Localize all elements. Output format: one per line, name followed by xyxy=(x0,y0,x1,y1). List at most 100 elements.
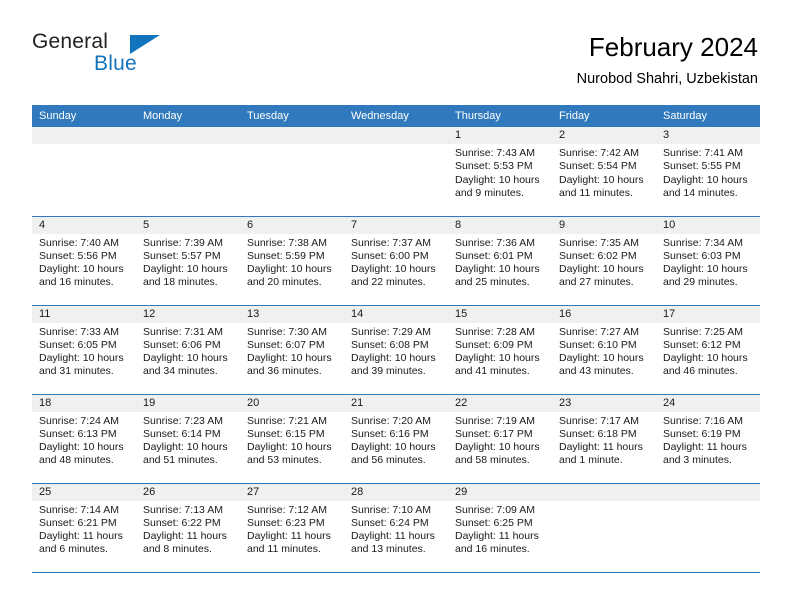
calendar-week-row: 4 Sunrise: 7:40 AM Sunset: 5:56 PM Daylight… xyxy=(32,216,760,306)
calendar-day-cell[interactable]: 7 Sunrise: 7:37 AM Sunset: 6:00 PM Daylight… xyxy=(344,216,448,306)
sunset-text: Sunset: 5:53 PM xyxy=(455,160,533,173)
sunset-text: Sunset: 5:54 PM xyxy=(559,160,637,173)
calendar-day-details: Sunrise: 7:39 AM Sunset: 5:57 PM Daylight:… xyxy=(136,234,240,290)
sunrise-text: Sunrise: 7:10 AM xyxy=(351,503,431,516)
sunrise-text: Sunrise: 7:20 AM xyxy=(351,414,431,427)
calendar-day-inner: 25 Sunrise: 7:14 AM Sunset: 6:21 PM Dayligh… xyxy=(32,483,136,572)
calendar-day-details: Sunrise: 7:43 AM Sunset: 5:53 PM Daylight:… xyxy=(448,144,552,200)
sunset-text: Sunset: 6:14 PM xyxy=(143,427,221,440)
calendar-day-details: Sunrise: 7:09 AM Sunset: 6:25 PM Daylight:… xyxy=(448,501,552,557)
calendar-day-cell[interactable]: 12 Sunrise: 7:31 AM Sunset: 6:06 PM Dayligh… xyxy=(136,305,240,395)
calendar-day-inner: 21 Sunrise: 7:20 AM Sunset: 6:16 PM Dayligh… xyxy=(344,394,448,483)
daylight-text: Daylight: 10 hours and 9 minutes. xyxy=(455,173,540,199)
sunset-text: Sunset: 6:25 PM xyxy=(455,516,533,529)
calendar-day-inner: 2 Sunrise: 7:42 AM Sunset: 5:54 PM Daylight… xyxy=(552,127,656,216)
title-block: February 2024 Nurobod Shahri, Uzbekistan xyxy=(577,30,758,90)
calendar-day-number: 18 xyxy=(32,394,136,412)
brand-name-blue: Blue xyxy=(94,52,137,75)
weekday-header-saturday: Saturday xyxy=(656,105,760,127)
sunset-text: Sunset: 6:06 PM xyxy=(143,338,221,351)
daylight-text: Daylight: 10 hours and 48 minutes. xyxy=(39,441,124,467)
weekday-header-wednesday: Wednesday xyxy=(344,105,448,127)
page-title: February 2024 xyxy=(588,32,758,62)
sunset-text: Sunset: 6:13 PM xyxy=(39,427,117,440)
sunset-text: Sunset: 6:09 PM xyxy=(455,338,533,351)
calendar-day-cell-empty xyxy=(32,127,136,217)
sunrise-text: Sunrise: 7:43 AM xyxy=(455,147,535,159)
calendar-grid: Sunday Monday Tuesday Wednesday Thursday… xyxy=(32,105,760,573)
calendar-day-details: Sunrise: 7:34 AM Sunset: 6:03 PM Daylight:… xyxy=(656,234,760,290)
sunset-text: Sunset: 6:22 PM xyxy=(143,516,221,529)
calendar-day-cell[interactable]: 3 Sunrise: 7:41 AM Sunset: 5:55 PM Daylight… xyxy=(656,127,760,217)
calendar-day-cell[interactable]: 10 Sunrise: 7:34 AM Sunset: 6:03 PM Dayligh… xyxy=(656,216,760,306)
calendar-day-cell-empty xyxy=(656,483,760,573)
daylight-text: Daylight: 10 hours and 53 minutes. xyxy=(247,441,332,467)
daylight-text: Daylight: 10 hours and 25 minutes. xyxy=(455,263,540,289)
calendar-day-number: 5 xyxy=(136,216,240,234)
calendar-day-cell[interactable]: 1 Sunrise: 7:43 AM Sunset: 5:53 PM Daylight… xyxy=(448,127,552,217)
calendar-day-cell[interactable]: 13 Sunrise: 7:30 AM Sunset: 6:07 PM Dayligh… xyxy=(240,305,344,395)
calendar-day-number: 1 xyxy=(448,127,552,144)
daylight-text: Daylight: 10 hours and 20 minutes. xyxy=(247,263,332,289)
sunset-text: Sunset: 6:16 PM xyxy=(351,427,429,440)
sunset-text: Sunset: 6:01 PM xyxy=(455,249,533,262)
calendar-day-cell[interactable]: 5 Sunrise: 7:39 AM Sunset: 5:57 PM Daylight… xyxy=(136,216,240,306)
calendar-day-cell[interactable]: 15 Sunrise: 7:28 AM Sunset: 6:09 PM Dayligh… xyxy=(448,305,552,395)
calendar-day-cell[interactable]: 4 Sunrise: 7:40 AM Sunset: 5:56 PM Daylight… xyxy=(32,216,136,306)
calendar-day-cell[interactable]: 18 Sunrise: 7:24 AM Sunset: 6:13 PM Dayligh… xyxy=(32,394,136,484)
calendar-day-inner: 5 Sunrise: 7:39 AM Sunset: 5:57 PM Daylight… xyxy=(136,216,240,305)
calendar-day-number: 19 xyxy=(136,394,240,412)
daylight-text: Daylight: 10 hours and 27 minutes. xyxy=(559,263,644,289)
daylight-text: Daylight: 10 hours and 51 minutes. xyxy=(143,441,228,467)
calendar-day-cell[interactable]: 24 Sunrise: 7:16 AM Sunset: 6:19 PM Dayligh… xyxy=(656,394,760,484)
calendar-day-cell[interactable]: 27 Sunrise: 7:12 AM Sunset: 6:23 PM Dayligh… xyxy=(240,483,344,573)
calendar-day-cell[interactable]: 9 Sunrise: 7:35 AM Sunset: 6:02 PM Daylight… xyxy=(552,216,656,306)
calendar-week-row: 18 Sunrise: 7:24 AM Sunset: 6:13 PM Dayligh… xyxy=(32,394,760,484)
calendar-day-cell[interactable]: 19 Sunrise: 7:23 AM Sunset: 6:14 PM Dayligh… xyxy=(136,394,240,484)
weekday-header-sunday: Sunday xyxy=(32,105,136,127)
page-header: General Blue February 2024 Nurobod Shahr… xyxy=(32,30,758,100)
brand-logo[interactable]: General Blue xyxy=(32,30,232,86)
calendar-day-details: Sunrise: 7:19 AM Sunset: 6:17 PM Daylight:… xyxy=(448,412,552,468)
calendar-day-cell[interactable]: 29 Sunrise: 7:09 AM Sunset: 6:25 PM Dayligh… xyxy=(448,483,552,573)
sunrise-text: Sunrise: 7:25 AM xyxy=(663,325,743,338)
calendar-day-cell[interactable]: 28 Sunrise: 7:10 AM Sunset: 6:24 PM Dayligh… xyxy=(344,483,448,573)
sunset-text: Sunset: 5:57 PM xyxy=(143,249,221,262)
calendar-day-cell[interactable]: 17 Sunrise: 7:25 AM Sunset: 6:12 PM Dayligh… xyxy=(656,305,760,395)
calendar-day-cell[interactable]: 20 Sunrise: 7:21 AM Sunset: 6:15 PM Dayligh… xyxy=(240,394,344,484)
calendar-day-cell[interactable]: 11 Sunrise: 7:33 AM Sunset: 6:05 PM Dayligh… xyxy=(32,305,136,395)
calendar-day-details: Sunrise: 7:23 AM Sunset: 6:14 PM Daylight:… xyxy=(136,412,240,468)
calendar-day-details: Sunrise: 7:21 AM Sunset: 6:15 PM Daylight:… xyxy=(240,412,344,468)
sunrise-text: Sunrise: 7:34 AM xyxy=(663,236,743,249)
calendar-day-details: Sunrise: 7:28 AM Sunset: 6:09 PM Daylight:… xyxy=(448,323,552,379)
calendar-day-cell[interactable]: 23 Sunrise: 7:17 AM Sunset: 6:18 PM Dayligh… xyxy=(552,394,656,484)
calendar-day-cell[interactable]: 22 Sunrise: 7:19 AM Sunset: 6:17 PM Dayligh… xyxy=(448,394,552,484)
calendar-day-cell[interactable]: 21 Sunrise: 7:20 AM Sunset: 6:16 PM Dayligh… xyxy=(344,394,448,484)
daylight-text: Daylight: 11 hours and 13 minutes. xyxy=(351,530,435,556)
sunrise-text: Sunrise: 7:29 AM xyxy=(351,325,431,338)
daylight-text: Daylight: 10 hours and 18 minutes. xyxy=(143,263,228,289)
sunset-text: Sunset: 6:24 PM xyxy=(351,516,429,529)
calendar-day-inner: 19 Sunrise: 7:23 AM Sunset: 6:14 PM Dayligh… xyxy=(136,394,240,483)
calendar-day-cell[interactable]: 16 Sunrise: 7:27 AM Sunset: 6:10 PM Dayligh… xyxy=(552,305,656,395)
calendar-day-inner xyxy=(136,127,240,216)
calendar-day-cell[interactable]: 8 Sunrise: 7:36 AM Sunset: 6:01 PM Daylight… xyxy=(448,216,552,306)
calendar-day-inner: 9 Sunrise: 7:35 AM Sunset: 6:02 PM Daylight… xyxy=(552,216,656,305)
sunset-text: Sunset: 6:18 PM xyxy=(559,427,637,440)
calendar-day-cell[interactable]: 26 Sunrise: 7:13 AM Sunset: 6:22 PM Dayligh… xyxy=(136,483,240,573)
calendar-day-number: 7 xyxy=(344,216,448,234)
calendar-day-number xyxy=(656,483,760,501)
calendar-day-cell-empty xyxy=(136,127,240,217)
sunrise-text: Sunrise: 7:14 AM xyxy=(39,503,119,516)
sunrise-text: Sunrise: 7:12 AM xyxy=(247,503,327,516)
calendar-day-cell[interactable]: 6 Sunrise: 7:38 AM Sunset: 5:59 PM Daylight… xyxy=(240,216,344,306)
calendar-day-number: 10 xyxy=(656,216,760,234)
calendar-day-cell[interactable]: 14 Sunrise: 7:29 AM Sunset: 6:08 PM Dayligh… xyxy=(344,305,448,395)
weekday-header-tuesday: Tuesday xyxy=(240,105,344,127)
sunset-text: Sunset: 6:08 PM xyxy=(351,338,429,351)
calendar-day-cell[interactable]: 25 Sunrise: 7:14 AM Sunset: 6:21 PM Dayligh… xyxy=(32,483,136,573)
calendar-day-number: 15 xyxy=(448,305,552,323)
calendar-day-inner: 26 Sunrise: 7:13 AM Sunset: 6:22 PM Dayligh… xyxy=(136,483,240,572)
calendar-day-cell[interactable]: 2 Sunrise: 7:42 AM Sunset: 5:54 PM Daylight… xyxy=(552,127,656,217)
weekday-header-monday: Monday xyxy=(136,105,240,127)
